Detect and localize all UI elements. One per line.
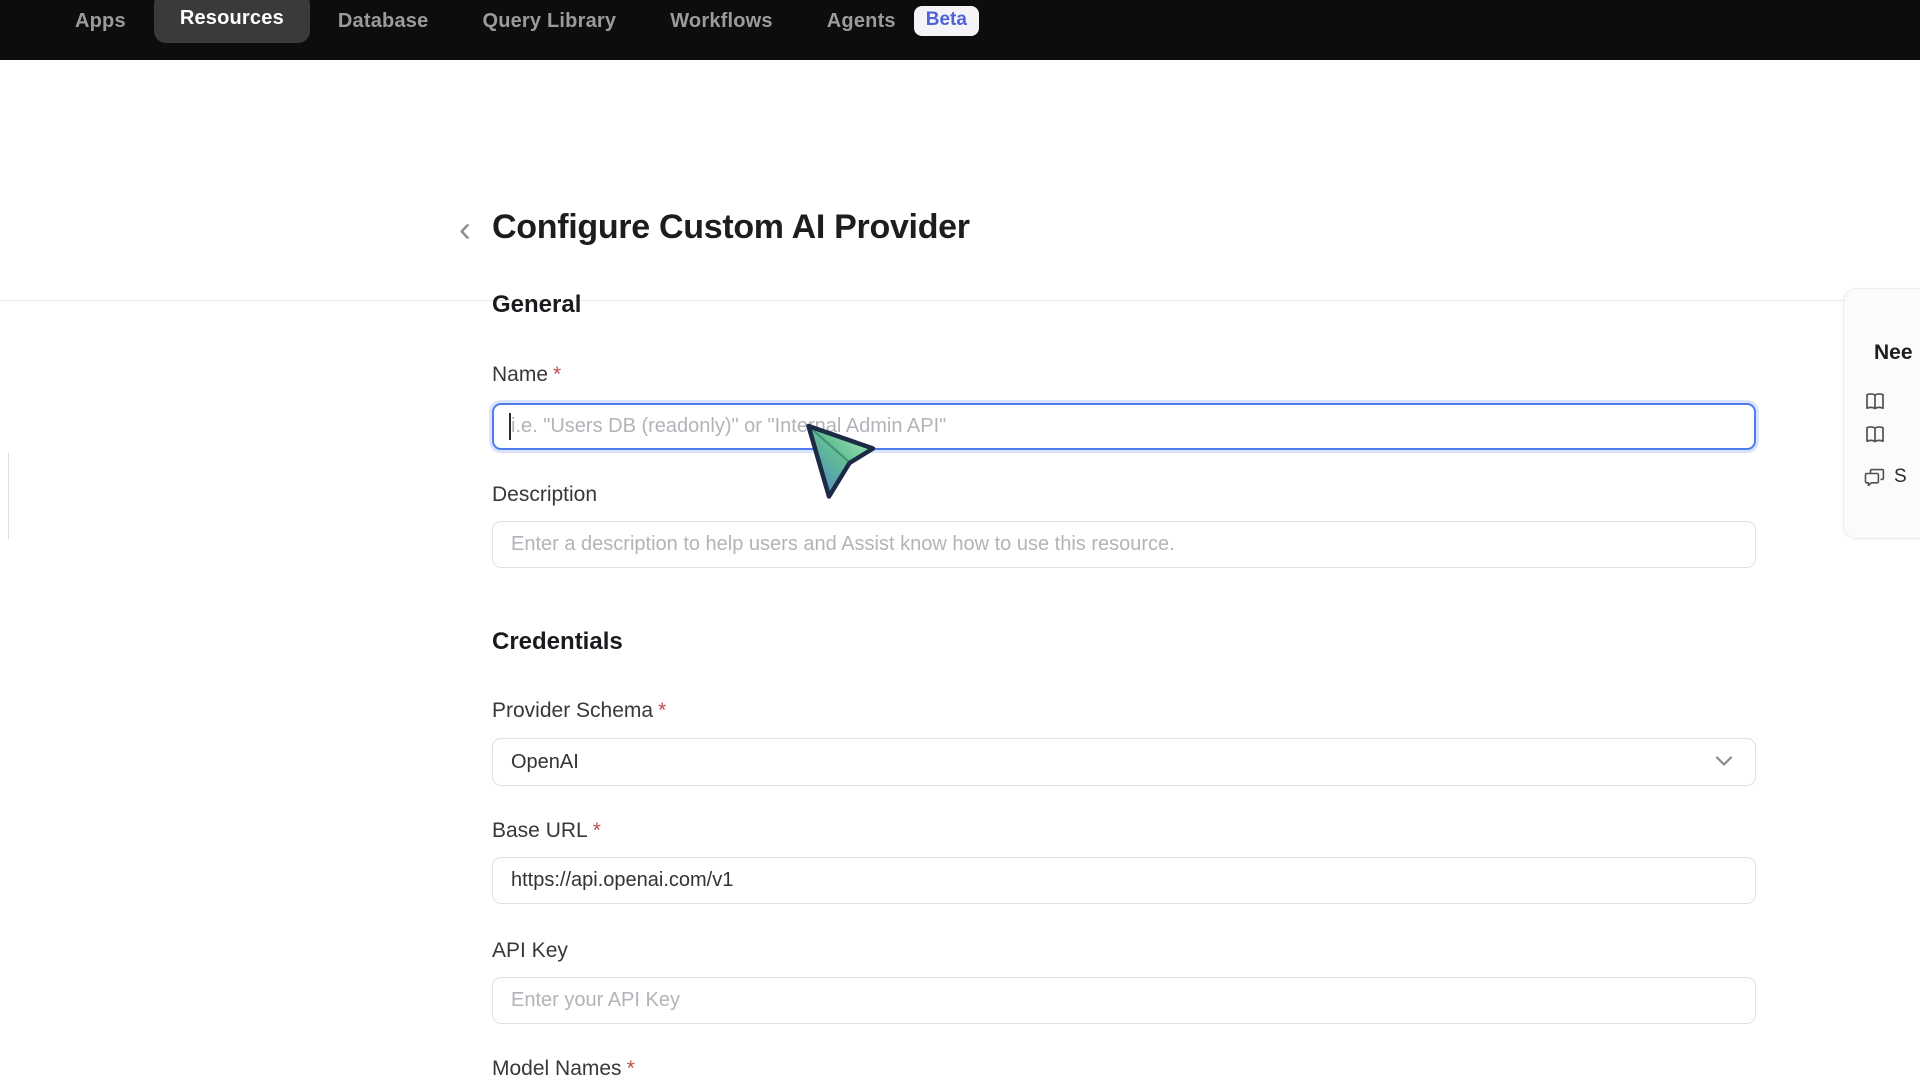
nav-item-resources[interactable]: Resources: [154, 0, 310, 43]
provider-schema-value: OpenAI: [511, 751, 579, 774]
nav-item-workflows[interactable]: Workflows: [670, 10, 773, 33]
api-key-input[interactable]: [492, 977, 1756, 1024]
help-panel-heading: Nee: [1874, 341, 1920, 365]
name-input[interactable]: [492, 403, 1756, 450]
provider-schema-select[interactable]: OpenAI: [492, 738, 1756, 786]
back-button[interactable]: ‹: [448, 210, 482, 248]
resource-config-form: General Name* Description Credentials Pr…: [492, 240, 1756, 1080]
help-panel-link-guide[interactable]: [1864, 424, 1920, 446]
left-panel-edge: [8, 453, 9, 539]
nav-item-agents-group: Agents Beta: [827, 6, 979, 36]
top-nav: Apps Resources Database Query Library Wo…: [0, 0, 1920, 60]
name-label-text: Name: [492, 363, 548, 386]
nav-item-apps[interactable]: Apps: [75, 10, 126, 33]
api-key-label: API Key: [492, 938, 1756, 964]
section-heading-credentials: Credentials: [492, 627, 1756, 656]
help-panel-link-support[interactable]: S: [1864, 466, 1920, 488]
book-icon: [1864, 425, 1886, 445]
help-panel: Nee S: [1843, 288, 1920, 539]
base-url-label-text: Base URL: [492, 819, 588, 842]
provider-schema-label: Provider Schema*: [492, 698, 1756, 724]
help-panel-link-docs[interactable]: [1864, 391, 1920, 413]
description-label: Description: [492, 482, 1756, 508]
required-asterisk: *: [658, 699, 666, 722]
required-asterisk: *: [553, 363, 561, 386]
provider-schema-label-text: Provider Schema: [492, 699, 653, 722]
name-field-wrap: [492, 403, 1756, 450]
nav-item-query-library[interactable]: Query Library: [482, 10, 616, 33]
beta-badge: Beta: [914, 6, 979, 36]
chevron-down-icon: [1715, 755, 1733, 767]
book-icon: [1864, 392, 1886, 412]
model-names-label: Model Names*: [492, 1056, 1756, 1080]
description-input[interactable]: [492, 521, 1756, 568]
name-label: Name*: [492, 362, 1756, 388]
chat-icon: [1864, 468, 1885, 487]
help-panel-links: S: [1864, 391, 1920, 488]
text-caret: [509, 413, 511, 440]
nav-item-agents[interactable]: Agents: [827, 10, 896, 33]
model-names-label-text: Model Names: [492, 1057, 622, 1080]
base-url-input[interactable]: [492, 857, 1756, 904]
required-asterisk: *: [593, 819, 601, 842]
required-asterisk: *: [627, 1057, 635, 1080]
chevron-left-icon: ‹: [459, 212, 471, 246]
help-link-text: S: [1894, 466, 1907, 488]
page-header: ‹ Configure Custom AI Provider: [0, 60, 1920, 240]
base-url-label: Base URL*: [492, 818, 1756, 844]
app-window: Apps Resources Database Query Library Wo…: [0, 0, 1920, 1080]
section-heading-general: General: [492, 290, 1756, 319]
nav-item-database[interactable]: Database: [338, 10, 429, 33]
